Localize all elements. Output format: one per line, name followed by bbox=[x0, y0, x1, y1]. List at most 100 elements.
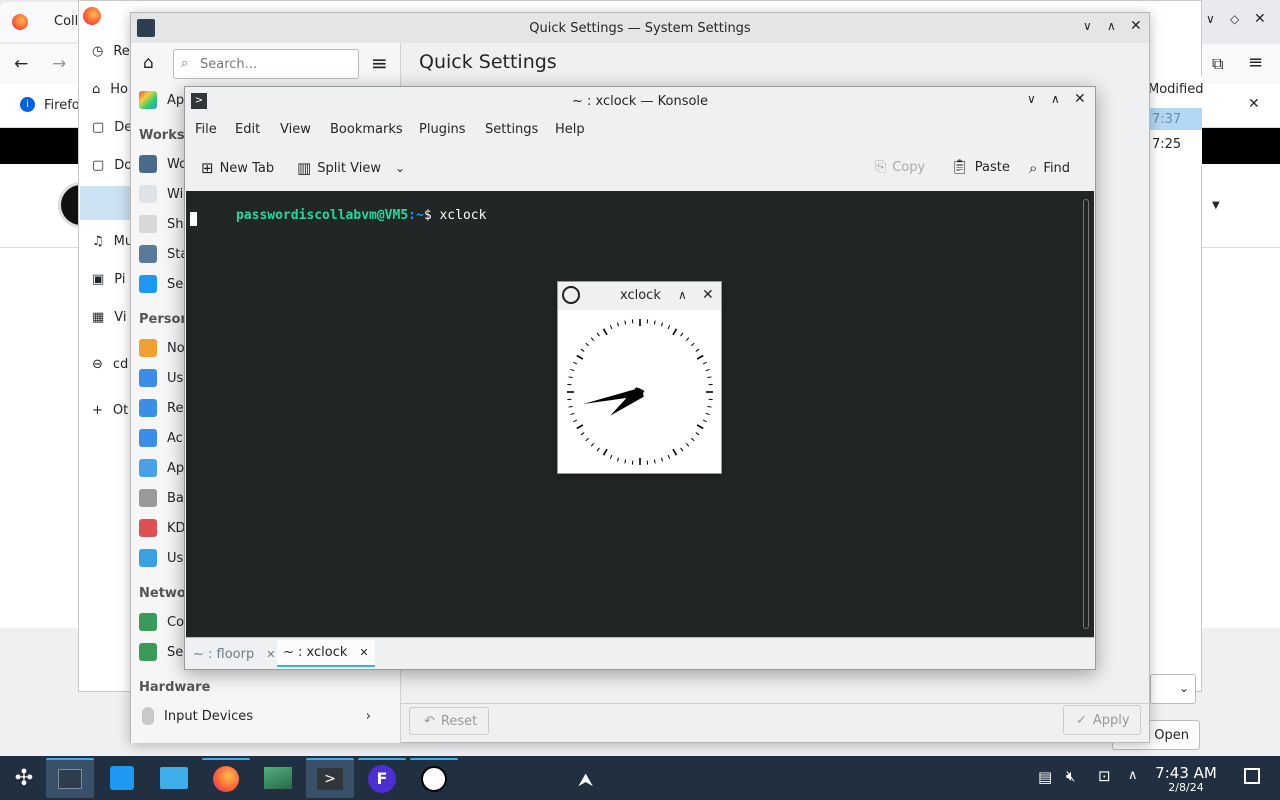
sidebar-item[interactable]: Us bbox=[139, 363, 183, 393]
clock-tick bbox=[690, 342, 695, 347]
menu-view[interactable]: View bbox=[280, 122, 311, 137]
places-item[interactable]: + Ot bbox=[92, 395, 128, 425]
close-notice-icon[interactable]: ✕ bbox=[1248, 96, 1260, 112]
reset-button[interactable]: ↶ Reset bbox=[409, 707, 489, 735]
close-icon[interactable]: ✕ bbox=[1130, 18, 1142, 34]
clipboard-icon[interactable]: ▤ bbox=[1038, 768, 1052, 786]
paste-button[interactable]: 📋︎ Paste bbox=[951, 159, 1010, 175]
clock-tick bbox=[624, 459, 627, 464]
maximize-icon[interactable]: ∧ bbox=[1107, 19, 1116, 33]
new-tab-button[interactable]: ⊞ New Tab bbox=[201, 159, 274, 177]
maximize-icon[interactable]: ∧ bbox=[1051, 92, 1060, 106]
sidebar-item[interactable]: Co bbox=[139, 607, 184, 637]
taskbar-dolphin[interactable] bbox=[150, 758, 198, 798]
places-item[interactable]: ⌂ Ho bbox=[92, 74, 128, 104]
window-close-icon[interactable]: ✕ bbox=[1254, 11, 1266, 27]
show-desktop-icon[interactable] bbox=[1244, 768, 1260, 784]
clock-tick bbox=[624, 320, 627, 325]
sidebar-item[interactable]: Se bbox=[139, 637, 183, 667]
clock-tick bbox=[568, 376, 573, 379]
menu-file[interactable]: File bbox=[195, 122, 217, 137]
find-button[interactable]: ⌕ Find bbox=[1029, 159, 1070, 177]
taskbar-floorp[interactable]: F bbox=[358, 758, 406, 798]
sidebar-item[interactable]: Wo bbox=[139, 149, 187, 179]
clock-tick bbox=[660, 322, 664, 327]
close-icon[interactable]: ✕ bbox=[702, 287, 714, 303]
sidebar-item[interactable]: KD bbox=[139, 513, 186, 543]
clock-icon: ◷ bbox=[92, 43, 104, 59]
close-tab-icon[interactable]: ✕ bbox=[359, 646, 368, 659]
taskbar-firefox[interactable] bbox=[202, 758, 250, 798]
menu-bookmarks[interactable]: Bookmarks bbox=[330, 122, 403, 137]
window-minimize-icon[interactable]: ∨ bbox=[1206, 12, 1215, 26]
minute-hand bbox=[583, 388, 645, 405]
clock-tick bbox=[609, 454, 613, 459]
volume-muted-icon[interactable]: 🔇︎ bbox=[1066, 767, 1075, 785]
hamburger-menu-icon[interactable]: ≡ bbox=[371, 51, 388, 75]
terminal-scrollbar[interactable] bbox=[1083, 199, 1089, 629]
places-item[interactable]: ▢Do bbox=[92, 150, 132, 180]
minimize-icon[interactable]: ∨ bbox=[1083, 19, 1092, 33]
places-item[interactable]: ⊖ cd bbox=[92, 349, 128, 379]
menu-icon[interactable]: ≡ bbox=[1248, 52, 1263, 73]
places-item[interactable]: ◷ Re bbox=[92, 36, 130, 66]
search-input[interactable]: ⌕ Search... bbox=[173, 49, 359, 79]
taskbar-clock-time[interactable]: 7:43 AM bbox=[1150, 764, 1222, 782]
copy-icon: ⎘ bbox=[875, 159, 887, 175]
dialog-filter-dropdown[interactable]: ⌄ bbox=[1150, 674, 1196, 704]
clock-tick bbox=[672, 328, 678, 336]
sidebar-item[interactable]: Sta bbox=[139, 239, 188, 269]
clock-tick bbox=[680, 447, 684, 452]
clock-icon bbox=[562, 286, 580, 304]
sidebar-item[interactable]: Wi bbox=[139, 179, 183, 209]
sidebar-item[interactable]: No bbox=[139, 333, 185, 363]
sidebar-item-input-devices[interactable]: Input Devices › bbox=[139, 701, 371, 731]
menu-edit[interactable]: Edit bbox=[235, 122, 260, 137]
extensions-icon[interactable]: ⧉ bbox=[1212, 54, 1223, 74]
network-icon[interactable]: ⊡ bbox=[1098, 767, 1111, 785]
places-item[interactable]: ▣ Pi bbox=[92, 264, 125, 294]
home-icon[interactable]: ⌂ bbox=[143, 53, 154, 73]
places-item[interactable]: ▦ Vi bbox=[92, 302, 127, 332]
taskbar-konsole[interactable]: > bbox=[306, 758, 354, 798]
taskbar-discover[interactable] bbox=[98, 758, 146, 798]
sidebar-item[interactable]: Ap bbox=[139, 453, 184, 483]
dialog-header-modified[interactable]: Modified bbox=[1148, 82, 1203, 97]
places-item[interactable]: ♫ Mu bbox=[92, 226, 133, 256]
apply-button[interactable]: ✓ Apply bbox=[1063, 705, 1141, 735]
menu-plugins[interactable]: Plugins bbox=[419, 122, 466, 137]
close-icon[interactable]: ✕ bbox=[1074, 91, 1086, 107]
menu-help[interactable]: Help bbox=[555, 122, 585, 137]
dropdown-arrow-icon[interactable]: ▼ bbox=[1212, 200, 1220, 211]
tab-xclock[interactable]: ~ : xclock ✕ bbox=[277, 640, 375, 667]
places-item-label: Ot bbox=[112, 402, 129, 418]
taskbar-system-settings[interactable] bbox=[46, 758, 94, 798]
maximize-icon[interactable]: ∧ bbox=[678, 288, 687, 302]
window-maximize-icon[interactable]: ◇ bbox=[1230, 12, 1239, 26]
clock-tick bbox=[568, 405, 573, 408]
taskbar-clock-date[interactable]: 2/8/24 bbox=[1150, 781, 1222, 794]
taskbar-xclock[interactable] bbox=[410, 758, 458, 798]
application-launcher-button[interactable]: ✣ bbox=[0, 758, 48, 798]
tab-floorp[interactable]: ~ : floorp ✕ bbox=[187, 642, 281, 666]
split-view-button[interactable]: ▥ Split View ⌄ bbox=[297, 159, 405, 177]
sidebar-item[interactable]: Us bbox=[139, 543, 183, 573]
tray-expand-icon[interactable]: ∧ bbox=[1128, 768, 1138, 783]
sidebar-item[interactable]: Ac bbox=[139, 423, 183, 453]
places-item[interactable]: ▢ De bbox=[92, 112, 132, 142]
minimize-icon[interactable]: ∨ bbox=[1027, 92, 1036, 106]
sidebar-item[interactable]: Sh bbox=[139, 209, 184, 239]
back-icon[interactable]: ← bbox=[14, 54, 28, 74]
menu-settings[interactable]: Settings bbox=[485, 122, 538, 137]
xclock-titlebar[interactable]: xclock ∧ ✕ bbox=[558, 282, 721, 310]
copy-button[interactable]: ⎘ Copy bbox=[875, 159, 925, 175]
forward-icon[interactable]: → bbox=[52, 54, 66, 74]
konsole-titlebar[interactable]: > ~ : xclock — Konsole ∨ ∧ ✕ bbox=[185, 87, 1095, 115]
close-tab-icon[interactable]: ✕ bbox=[266, 648, 275, 661]
sidebar-item[interactable]: Ba bbox=[139, 483, 184, 513]
sidebar-item[interactable]: Se bbox=[139, 269, 183, 299]
sidebar-item-appearance[interactable]: Ap bbox=[139, 85, 184, 115]
sidebar-item[interactable]: Re bbox=[139, 393, 183, 423]
system-settings-titlebar[interactable]: Quick Settings — System Settings ∨ ∧ ✕ bbox=[131, 13, 1149, 43]
taskbar-system-monitor[interactable] bbox=[254, 758, 302, 798]
